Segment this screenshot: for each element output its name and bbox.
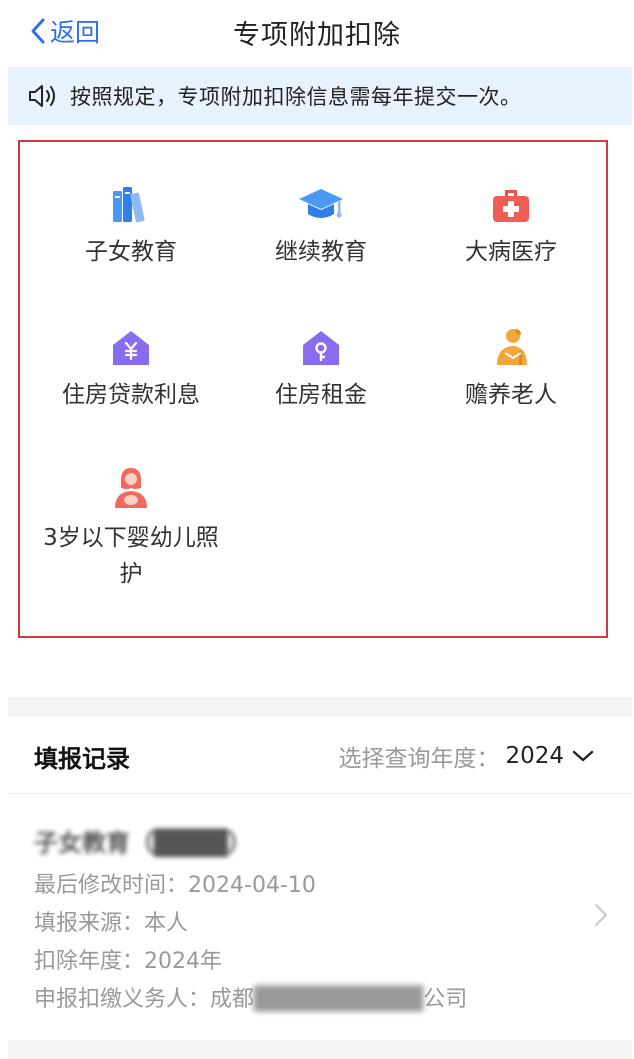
record-modified: 最后修改时间：2024-04-10 [34,867,316,899]
category-housing-loan-interest[interactable]: 住房贷款利息 [36,325,226,413]
category-housing-rent[interactable]: 住房租金 [226,325,416,413]
record-source: 填报来源：本人 [34,905,188,937]
record-deduct-year: 扣除年度：2024年 [34,943,222,975]
deduct-year-label: 扣除年度： [34,949,145,974]
record-item[interactable]: 子女教育（████） 最后修改时间：2024-04-10 填报来源：本人 扣除年… [8,795,632,1029]
chevron-right-icon [595,904,607,926]
category-continuing-education[interactable]: 继续教育 [226,182,416,270]
record-title: 子女教育（████） [34,829,252,857]
category-label: 赡养老人 [465,382,557,408]
graduation-cap-icon [226,182,416,224]
category-label: 住房贷款利息 [62,382,200,408]
house-key-icon [226,325,416,367]
record-agent: 申报扣缴义务人：成都██████████公司 [34,981,467,1013]
chevron-down-icon [572,750,594,762]
agent-value-prefix: 成都 [210,987,255,1012]
category-elderly-support[interactable]: 赡养老人 [416,325,606,413]
category-serious-illness-medical[interactable]: 大病医疗 [416,182,606,270]
notice-banner: 按照规定，专项附加扣除信息需每年提交一次。 [8,67,632,125]
modified-value: 2024-04-10 [188,873,316,898]
notice-text: 按照规定，专项附加扣除信息需每年提交一次。 [70,85,522,109]
year-select-label: 选择查询年度： [338,746,500,772]
category-label-line2: 护 [119,561,143,587]
agent-value-masked: ██████████ [254,987,424,1012]
category-label-line1: 3岁以下婴幼儿照 [43,525,219,551]
category-infant-care[interactable]: 3岁以下婴幼儿照 护 [36,468,226,592]
agent-label: 申报扣缴义务人： [34,987,211,1012]
records-heading: 填报记录 [34,745,130,773]
house-yen-icon [36,325,226,367]
mother-baby-icon [36,468,226,510]
deduction-category-grid: 子女教育 继续教育 大病医疗 住房贷款利息 住房租金 赡养老人 3岁以下婴幼儿照… [18,140,608,638]
source-label: 填报来源： [34,911,145,936]
category-label: 住房租金 [275,382,367,408]
year-value: 2024 [505,743,564,769]
category-child-education[interactable]: 子女教育 [36,182,226,270]
section-divider [8,697,632,717]
speaker-icon [28,83,58,109]
bottom-divider [8,1040,632,1059]
category-label: 3岁以下婴幼儿照 护 [36,520,226,592]
medical-kit-icon [416,182,606,224]
category-label: 大病医疗 [465,239,557,265]
deduct-year-value: 2024年 [144,949,223,974]
category-label: 子女教育 [85,239,177,265]
year-selector[interactable]: 选择查询年度： 2024 [338,739,594,773]
source-value: 本人 [144,911,189,936]
nav-bar: 返回 专项附加扣除 [0,0,634,64]
books-icon [36,182,226,224]
page-title: 专项附加扣除 [233,20,401,51]
elder-icon [416,325,606,367]
category-label: 继续教育 [275,239,367,265]
records-header: 填报记录 选择查询年度： 2024 [8,717,632,794]
modified-label: 最后修改时间： [34,873,189,898]
agent-value-suffix: 公司 [423,987,468,1012]
